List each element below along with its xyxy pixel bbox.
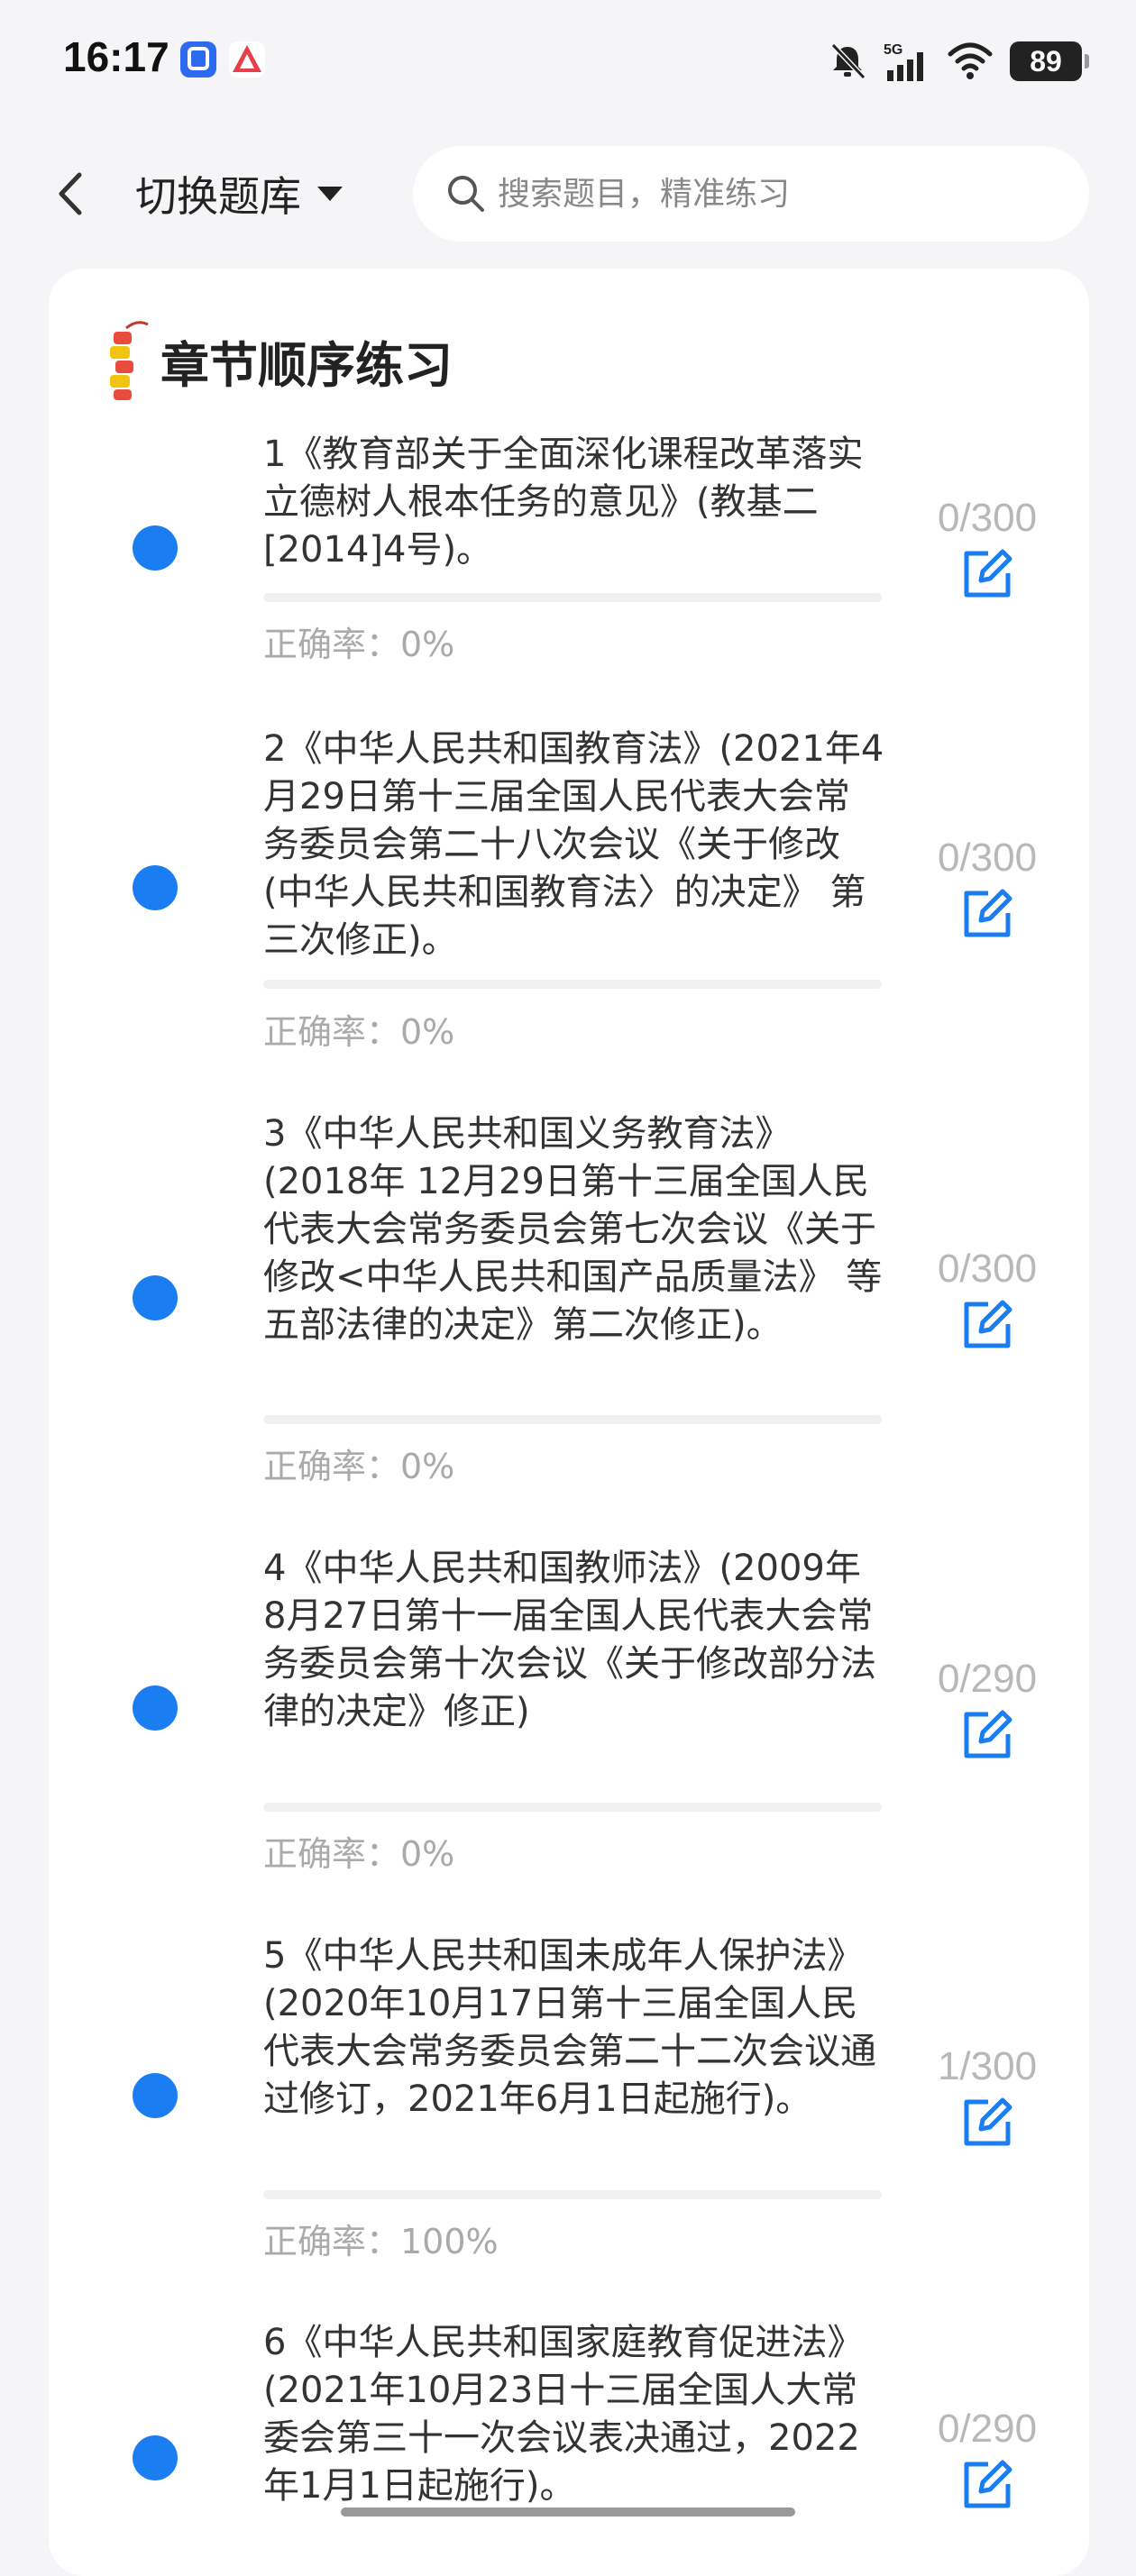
caret-down-icon	[317, 187, 343, 201]
chapter-status-dot	[133, 865, 178, 910]
accuracy-label: 正确率：0%	[263, 1447, 455, 1486]
chapter-title: 1《教育部关于全面深化课程改革落实立德树人根本任务的意见》(教基二[2014]4…	[263, 434, 864, 571]
chapter-status-dot	[133, 1685, 178, 1731]
home-indicator[interactable]	[341, 2507, 795, 2517]
chapter-status-dot	[133, 2435, 178, 2480]
status-time: 16:17	[63, 33, 169, 80]
progress-track	[263, 593, 882, 602]
progress-track	[263, 2190, 882, 2199]
chapter-title: 4《中华人民共和国教师法》(2009年 8月27日第十一届全国人民代表大会常务委…	[263, 1548, 876, 1732]
chevron-left-icon	[59, 172, 82, 215]
chapter-count: 0/290	[937, 2407, 1038, 2451]
wifi-icon	[948, 42, 993, 79]
section-header: 章节顺序练习	[99, 306, 453, 415]
firecracker-icon	[110, 321, 149, 400]
chapter-status-dot	[133, 2073, 178, 2118]
chapter-title: 2《中华人民共和国教育法》(2021年4月29日第十三届全国人民代表大会常务委员…	[263, 728, 884, 961]
edit-icon[interactable]	[961, 1709, 1013, 1761]
search-box[interactable]	[413, 146, 1089, 242]
signal-5g-icon: 5G	[884, 42, 923, 81]
progress-track	[263, 980, 882, 989]
chapter-count: 0/300	[937, 836, 1038, 880]
svg-text:5G: 5G	[884, 42, 902, 58]
switch-bank-label: 切换题库	[135, 172, 301, 221]
accuracy-label: 正确率：0%	[263, 625, 455, 664]
chapter-count: 0/300	[937, 496, 1038, 540]
edit-icon[interactable]	[961, 2459, 1013, 2511]
chapter-count: 1/300	[937, 2044, 1038, 2088]
back-button[interactable]	[45, 162, 99, 225]
chapter-title: 3《中华人民共和国义务教育法》(2018年 12月29日第十三届全国人民代表大会…	[263, 1113, 883, 1346]
progress-track	[263, 1415, 882, 1424]
accuracy-label: 正确率：0%	[263, 1012, 455, 1052]
search-input[interactable]	[496, 174, 1058, 214]
chapter-status-dot	[133, 525, 178, 571]
chapter-count: 0/300	[937, 1247, 1038, 1291]
progress-track	[263, 1803, 882, 1812]
accuracy-label: 正确率：100%	[263, 2222, 499, 2261]
mute-bell-icon	[830, 42, 866, 80]
edit-icon[interactable]	[961, 1299, 1013, 1351]
status-bar: 16:17 5G 89	[0, 0, 1136, 117]
app-notification-icon	[229, 41, 265, 78]
status-icons: 5G 89	[828, 36, 1089, 87]
chapter-status-dot	[133, 1275, 178, 1320]
header: 切换题库	[0, 135, 1136, 252]
switch-bank-button[interactable]: 切换题库	[135, 162, 344, 225]
search-icon	[448, 176, 484, 212]
edit-icon[interactable]	[961, 888, 1013, 940]
chapter-count: 0/290	[937, 1657, 1038, 1701]
accuracy-label: 正确率：0%	[263, 1834, 455, 1874]
chapter-title: 6《中华人民共和国家庭教育促进法》(2021年10月23日十三届全国人大常委会第…	[263, 2322, 864, 2507]
battery-indicator: 89	[1010, 41, 1089, 81]
section-title: 章节顺序练习	[160, 336, 453, 394]
edit-icon[interactable]	[961, 548, 1013, 600]
chapter-title: 5《中华人民共和国未成年人保护法》(2020年10月17日第十三届全国人民代表大…	[263, 1935, 876, 2120]
edit-icon[interactable]	[961, 2096, 1013, 2149]
app-notification-icon	[180, 41, 216, 78]
